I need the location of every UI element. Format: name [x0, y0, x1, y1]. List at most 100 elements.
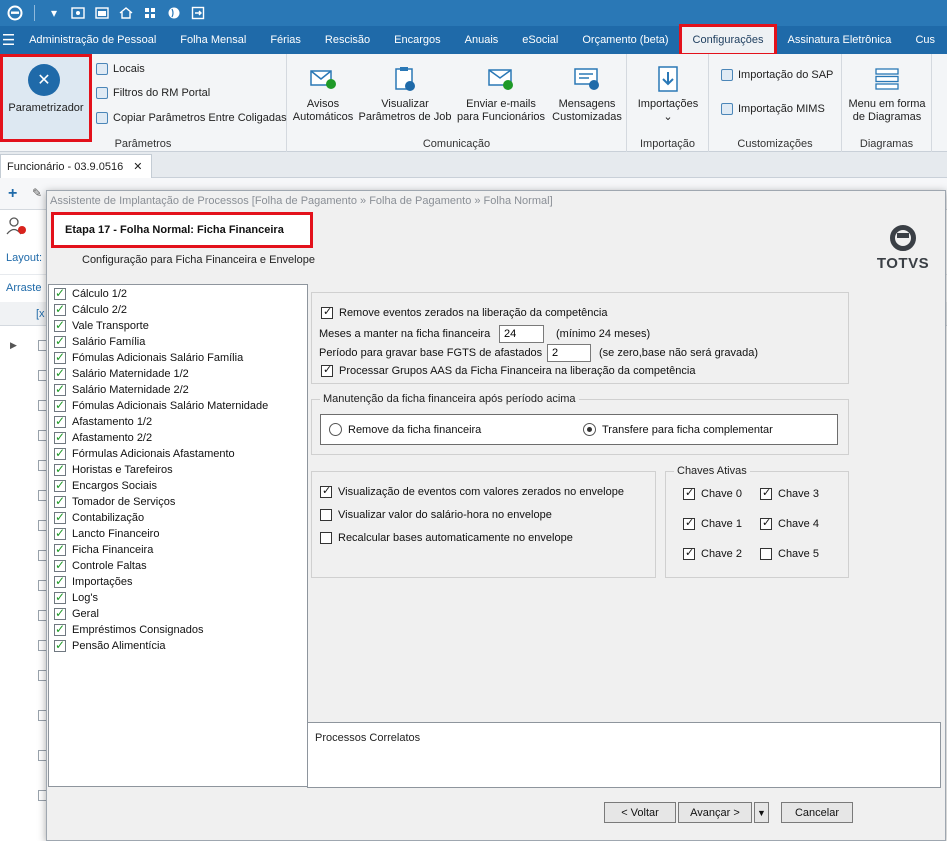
radio-remove-ficha[interactable]: Remove da ficha financeira	[329, 423, 481, 436]
visualizar-label-2: Parâmetros de Job	[358, 111, 452, 123]
step-list-item[interactable]: Encargos Sociais	[54, 478, 157, 492]
opt-remove-eventos-zerados[interactable]: Remove eventos zerados na liberação da c…	[321, 305, 607, 319]
step-list-item[interactable]: Salário Família	[54, 334, 145, 348]
group-label-parametros: Parâmetros	[114, 138, 172, 150]
menu-administracao-pessoal[interactable]: Administração de Pessoal	[17, 26, 168, 54]
checkbox-chave-3[interactable]	[760, 486, 772, 500]
avancar-button[interactable]: Avançar >	[678, 802, 752, 823]
importacao-mims-button[interactable]: Importação MIMS	[721, 103, 825, 115]
meses-input[interactable]	[499, 325, 544, 343]
step-list-item[interactable]: Fómulas Adicionais Salário Família	[54, 350, 243, 364]
edit-icon[interactable]: ✎	[32, 186, 42, 200]
view-icon[interactable]	[69, 4, 87, 22]
grid-icon[interactable]	[141, 4, 159, 22]
menu-diagramas-button[interactable]: Menu em forma de Diagramas	[844, 64, 930, 124]
menu-folha-mensal[interactable]: Folha Mensal	[168, 26, 258, 54]
chave-3[interactable]: Chave 3	[760, 486, 819, 500]
checkbox-remove-eventos-zerados[interactable]	[321, 305, 333, 319]
chave-2[interactable]: Chave 2	[683, 546, 742, 560]
menu-encargos[interactable]: Encargos	[382, 26, 452, 54]
chave-1[interactable]: Chave 1	[683, 516, 742, 530]
step-list-item[interactable]: Vale Transporte	[54, 318, 149, 332]
radio-remove-ficha-circle[interactable]	[329, 423, 342, 436]
step-list-item[interactable]: Log's	[54, 590, 98, 604]
voltar-button[interactable]: < Voltar	[604, 802, 676, 823]
checkbox-visualizacao-eventos-zerados[interactable]	[320, 484, 332, 498]
checkbox-visualizar-salario-hora[interactable]	[320, 509, 332, 521]
chave-0[interactable]: Chave 0	[683, 486, 742, 500]
user-remove-icon[interactable]	[6, 216, 30, 236]
importacoes-button[interactable]: Importações ⌄	[631, 64, 705, 124]
step-list-item[interactable]: Tomador de Serviços	[54, 494, 175, 508]
menu-esocial[interactable]: eSocial	[510, 26, 570, 54]
chave-5[interactable]: Chave 5	[760, 548, 819, 560]
step-list-item[interactable]: Importações	[54, 574, 133, 588]
step-list-item[interactable]: Empréstimos Consignados	[54, 622, 203, 636]
opt-visualizacao-eventos-zerados[interactable]: Visualização de eventos com valores zera…	[320, 484, 624, 498]
step-list-item[interactable]: Cálculo 2/2	[54, 302, 127, 316]
step-list-item[interactable]: Pensão Alimentícia	[54, 638, 166, 652]
step-list-item[interactable]: Contabilização	[54, 510, 144, 524]
step-list-item[interactable]: Horistas e Tarefeiros	[54, 462, 173, 476]
group-label-customizacoes: Customizações	[737, 138, 813, 150]
checkbox-recalcular-bases[interactable]	[320, 532, 332, 544]
step-list-item[interactable]: Controle Faltas	[54, 558, 147, 572]
tab-funcionario[interactable]: Funcionário - 03.9.0516 ✕	[0, 154, 152, 178]
avancar-dropdown-icon[interactable]: ▼	[754, 802, 769, 823]
app-logo-icon[interactable]	[6, 4, 24, 22]
menu-ferias[interactable]: Férias	[258, 26, 313, 54]
envelope-group: Visualização de eventos com valores zera…	[311, 471, 656, 578]
checkbox-chave-4[interactable]	[760, 516, 772, 530]
filter-icon	[96, 87, 108, 99]
opt-visualizar-salario-hora[interactable]: Visualizar valor do salário-hora no enve…	[320, 509, 552, 521]
step-list-item[interactable]: Salário Maternidade 1/2	[54, 366, 189, 380]
locais-button[interactable]: Locais	[96, 63, 145, 75]
menu-anuais[interactable]: Anuais	[453, 26, 511, 54]
visualizar-parametros-job-button[interactable]: Visualizar Parâmetros de Job	[357, 64, 453, 124]
parametrizador-button[interactable]: ✕ Parametrizador	[0, 54, 92, 142]
cancelar-button[interactable]: Cancelar	[781, 802, 853, 823]
step-list-item[interactable]: Fórmulas Adicionais Afastamento	[54, 446, 235, 460]
globe-icon[interactable]	[165, 4, 183, 22]
home-icon[interactable]	[117, 4, 135, 22]
radio-transfere-ficha-circle[interactable]	[583, 423, 596, 436]
step-list-item[interactable]: Cálculo 1/2	[54, 286, 127, 300]
enviar-emails-button[interactable]: Enviar e-mails para Funcionários	[455, 64, 547, 124]
hamburger-menu-icon[interactable]: ☰	[0, 26, 17, 54]
checkbox-chave-5[interactable]	[760, 548, 772, 560]
add-icon[interactable]: +	[8, 185, 17, 203]
periodo-input[interactable]	[547, 344, 591, 362]
menu-orcamento[interactable]: Orçamento (beta)	[570, 26, 680, 54]
opt-recalcular-bases[interactable]: Recalcular bases automaticamente no enve…	[320, 532, 573, 544]
exit-icon[interactable]	[189, 4, 207, 22]
menu-assinatura-eletronica[interactable]: Assinatura Eletrônica	[775, 26, 903, 54]
close-icon[interactable]: ✕	[133, 160, 142, 173]
step-list-item[interactable]: Geral	[54, 606, 99, 620]
radio-transfere-ficha[interactable]: Transfere para ficha complementar	[583, 423, 773, 436]
step-list-item[interactable]: Afastamento 1/2	[54, 414, 152, 428]
mensagens-customizadas-button[interactable]: Mensagens Customizadas	[549, 64, 625, 124]
opt-processar-grupos-aas[interactable]: Processar Grupos AAS da Ficha Financeira…	[321, 363, 695, 377]
checkbox-chave-0[interactable]	[683, 486, 695, 500]
menu-icon[interactable]: ▾	[45, 4, 63, 22]
menu-rescisao[interactable]: Rescisão	[313, 26, 382, 54]
checkbox-chave-2[interactable]	[683, 546, 695, 560]
avisos-automaticos-button[interactable]: Avisos Automáticos	[289, 64, 357, 124]
menu-customizacao[interactable]: Cus	[903, 26, 947, 54]
menu-configuracoes[interactable]: Configurações	[678, 24, 778, 56]
checkbox-chave-1[interactable]	[683, 516, 695, 530]
step-list-item[interactable]: Ficha Financeira	[54, 542, 153, 556]
step-list-item[interactable]: Lancto Financeiro	[54, 526, 159, 540]
checkbox-processar-grupos-aas[interactable]	[321, 363, 333, 377]
import-sap-icon	[721, 69, 733, 81]
totvs-logo: TOTVS	[875, 225, 931, 272]
window-icon[interactable]	[93, 4, 111, 22]
enviar-label-2: para Funcionários	[456, 111, 546, 123]
step-list-item[interactable]: Salário Maternidade 2/2	[54, 382, 189, 396]
step-list-item[interactable]: Fómulas Adicionais Salário Maternidade	[54, 398, 268, 412]
step-list-item[interactable]: Afastamento 2/2	[54, 430, 152, 444]
importacao-sap-button[interactable]: Importação do SAP	[721, 69, 833, 81]
copiar-parametros-button[interactable]: Copiar Parâmetros Entre Coligadas	[96, 112, 287, 124]
filtros-portal-button[interactable]: Filtros do RM Portal	[96, 87, 210, 99]
chave-4[interactable]: Chave 4	[760, 516, 819, 530]
